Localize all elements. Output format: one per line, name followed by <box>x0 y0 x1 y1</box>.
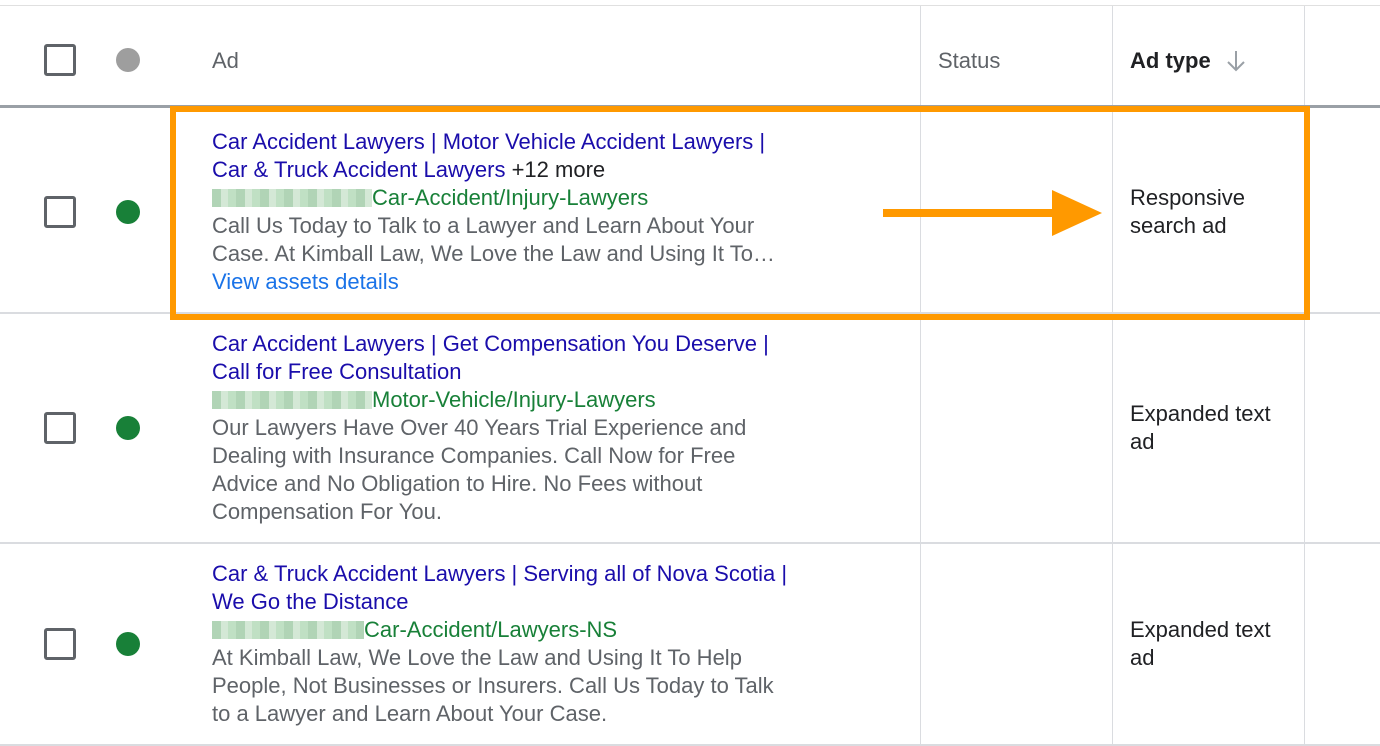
ad-cell: Car Accident Lawyers | Get Compensation … <box>212 330 852 526</box>
ad-display-url: Motor-Vehicle/Injury-Lawyers <box>372 387 656 412</box>
status-dot-icon <box>116 416 140 440</box>
row-divider <box>0 312 1380 314</box>
ad-type-cell: Expanded text ad <box>1130 400 1300 456</box>
column-divider <box>920 6 921 746</box>
row-checkbox[interactable] <box>44 628 76 660</box>
ad-display-url: Car-Accident/Injury-Lawyers <box>372 185 649 210</box>
ad-type-text: ad <box>1130 429 1155 454</box>
ad-description: to a Lawyer and Learn About Your Case. <box>212 701 608 726</box>
header-divider <box>0 105 1380 108</box>
ad-description: At Kimball Law, We Love the Law and Usin… <box>212 645 742 670</box>
arrow-right-icon <box>883 190 1102 236</box>
ad-type-text: Expanded text <box>1130 617 1271 642</box>
ads-table: Ad Status Ad type Car Accident Lawyers |… <box>0 0 1380 746</box>
ad-type-text: ad <box>1130 645 1155 670</box>
row-checkbox[interactable] <box>44 196 76 228</box>
redacted-domain <box>212 391 372 409</box>
ad-type-text: Expanded text <box>1130 401 1271 426</box>
ad-description: Advice and No Obligation to Hire. No Fee… <box>212 471 703 496</box>
ad-cell: Car & Truck Accident Lawyers | Serving a… <box>212 560 852 728</box>
column-header-ad[interactable]: Ad <box>212 48 239 74</box>
column-header-ad-type-label: Ad type <box>1130 48 1211 73</box>
select-all-checkbox[interactable] <box>44 44 76 76</box>
column-header-ad-type[interactable]: Ad type <box>1130 48 1247 74</box>
ad-description: Case. At Kimball Law, We Love the Law an… <box>212 241 775 266</box>
ad-description: People, Not Businesses or Insurers. Call… <box>212 673 774 698</box>
redacted-domain <box>212 621 364 639</box>
status-dot-icon <box>116 632 140 656</box>
ad-headline[interactable]: Car Accident Lawyers | Get Compensation … <box>212 331 769 356</box>
ad-type-cell: Expanded text ad <box>1130 616 1300 672</box>
view-assets-details-link[interactable]: View assets details <box>212 269 399 294</box>
ad-description: Dealing with Insurance Companies. Call N… <box>212 443 736 468</box>
ad-headline[interactable]: Car & Truck Accident Lawyers <box>212 157 505 182</box>
ad-type-cell: Responsive search ad <box>1130 184 1300 240</box>
arrow-down-icon[interactable] <box>1225 48 1247 74</box>
ad-display-url: Car-Accident/Lawyers-NS <box>364 617 618 642</box>
table-header: Ad Status Ad type <box>0 6 1380 106</box>
status-dot-icon <box>116 200 140 224</box>
ad-headline[interactable]: Car & Truck Accident Lawyers | Serving a… <box>212 561 787 586</box>
ad-description: Compensation For You. <box>212 499 442 524</box>
more-headlines: +12 more <box>511 157 606 182</box>
redacted-domain <box>212 189 372 207</box>
row-divider <box>0 542 1380 544</box>
ad-description: Call Us Today to Talk to a Lawyer and Le… <box>212 213 755 238</box>
column-header-status[interactable]: Status <box>938 48 1000 74</box>
column-divider <box>1304 6 1305 746</box>
ad-type-text: Responsive <box>1130 185 1245 210</box>
column-divider <box>1112 6 1113 746</box>
ad-headline[interactable]: We Go the Distance <box>212 589 408 614</box>
ad-cell: Car Accident Lawyers | Motor Vehicle Acc… <box>212 128 852 296</box>
ad-description: Our Lawyers Have Over 40 Years Trial Exp… <box>212 415 747 440</box>
ad-headline[interactable]: Call for Free Consultation <box>212 359 461 384</box>
row-checkbox[interactable] <box>44 412 76 444</box>
ad-headline[interactable]: Car Accident Lawyers | Motor Vehicle Acc… <box>212 129 765 154</box>
status-dot-header-icon <box>116 48 140 72</box>
ad-type-text: search ad <box>1130 213 1227 238</box>
